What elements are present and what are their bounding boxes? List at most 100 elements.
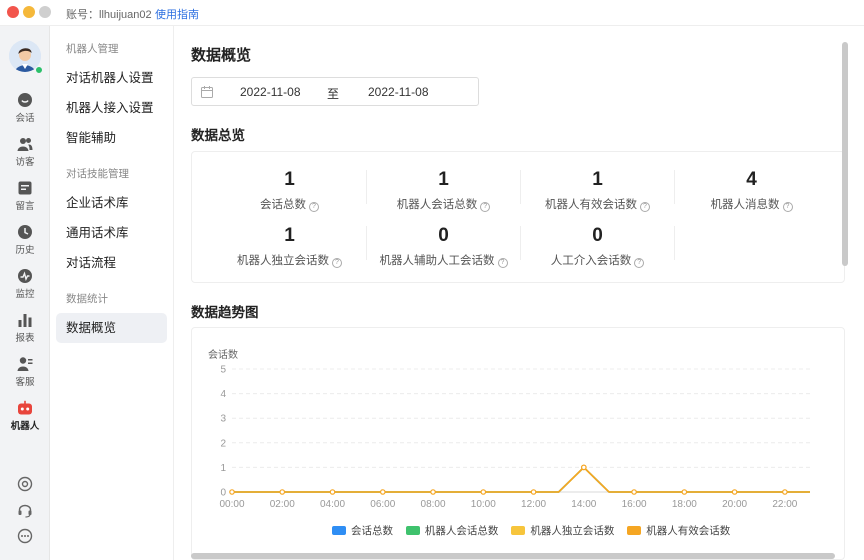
title-bar: 账号：llhuijuan02 使用指南 [0,0,864,26]
monitor-icon [18,269,32,283]
start-date[interactable]: 2022-11-08 [240,85,301,99]
y-tick-label: 4 [220,389,226,400]
account-label: 账号：llhuijuan02 [66,9,152,21]
x-tick-label: 18:00 [672,499,697,510]
data-point [731,489,738,495]
nav-item-enterprise-scripts[interactable]: 企业话术库 [56,188,167,218]
more-icon[interactable] [17,528,33,544]
x-tick-label: 00:00 [219,499,244,510]
rail-item-history[interactable]: 历史 [0,224,50,256]
nav-item-dialog-flow[interactable]: 对话流程 [56,248,167,278]
legend-swatch [405,526,420,535]
user-guide-link[interactable]: 使用指南 [155,6,199,22]
rail-label: 监控 [15,289,35,300]
nav-group-skill-management: 对话技能管理 [66,168,129,180]
trend-chart-panel: 会话数 0 1 2 3 4 5 00:00 02:00 04:00 06:00 08:00 10:00… [191,327,845,560]
stat-label: 机器人独立会话数 [237,255,329,267]
y-tick-label: 1 [220,463,226,474]
rail-label: 历史 [15,245,35,256]
stat-bot-independent-sessions: 1 机器人独立会话数? [212,225,367,269]
series-line [232,466,810,493]
data-point [379,489,386,495]
data-point [581,464,587,471]
stat-human-intervention-sessions: 0 人工介入会话数? [520,225,675,269]
legend-item[interactable]: 机器人有效会话数 [627,523,730,538]
page-title: 数据概览 [191,47,252,64]
legend-swatch [627,526,642,535]
rail-item-chat[interactable]: 会话 [0,92,50,124]
rail-item-visitors[interactable]: 访客 [0,136,50,168]
nav-item-chatbot-settings[interactable]: 对话机器人设置 [56,63,167,93]
help-icon[interactable]: ? [309,202,319,212]
rail-item-report[interactable]: 报表 [0,312,50,344]
x-tick-label: 10:00 [471,499,496,510]
rail-item-agent[interactable]: 客服 [0,356,50,388]
nav-item-common-scripts[interactable]: 通用话术库 [56,218,167,248]
divider [674,226,675,260]
help-icon[interactable]: ? [497,258,508,268]
rail-item-message[interactable]: 留言 [0,180,50,212]
stat-bot-sessions: 1 机器人会话总数? [366,169,521,213]
x-tick-label: 04:00 [320,499,345,510]
stat-value: 0 [438,225,449,246]
legend-swatch [511,526,526,535]
rail-item-monitor[interactable]: 监控 [0,268,50,300]
x-tick-label: 14:00 [571,499,596,510]
help-icon[interactable]: ? [480,202,491,212]
data-point [530,489,537,495]
agent-icon [17,357,33,371]
stat-value: 1 [592,169,603,190]
rail-label: 客服 [15,377,35,388]
data-point [279,489,286,495]
nav-item-data-overview[interactable]: 数据概览 [56,313,167,343]
help-icon[interactable]: ? [640,202,650,212]
legend-item[interactable]: 机器人会话总数 [405,523,498,538]
stat-value: 1 [284,225,295,246]
settings-icon[interactable] [17,476,33,492]
stat-total-sessions: 1 会话总数? [212,169,367,213]
calendar-icon [201,86,213,98]
chart-legend: 会话总数 机器人会话总数 机器人独立会话数 机器人有效会话数 [332,523,740,538]
rail-item-robot[interactable]: 机器人 [0,400,50,432]
legend-label: 会话总数 [351,525,393,537]
data-point [631,489,637,495]
legend-label: 机器人有效会话数 [646,525,731,537]
date-range-picker[interactable]: 2022-11-08 至 2022-11-08 [191,77,479,106]
x-tick-label: 20:00 [722,499,747,510]
stat-bot-messages: 4 机器人消息数? [674,169,829,213]
trend-chart: 0 1 2 3 4 5 00:00 02:00 04:00 06:00 08:00 10:00 12:0… [219,365,810,510]
headset-icon[interactable] [17,502,33,518]
y-tick-label: 2 [220,438,226,449]
nav-group-robot-management: 机器人管理 [66,43,119,55]
horizontal-scrollbar[interactable] [191,553,835,559]
legend-label: 机器人独立会话数 [530,525,615,537]
stat-value: 1 [284,169,295,190]
robot-icon [18,400,32,415]
x-tick-label: 08:00 [421,499,446,510]
maximize-window-button[interactable] [39,6,51,18]
report-icon [18,314,32,327]
y-tick-label: 0 [220,488,226,499]
minimize-window-button[interactable] [23,6,35,18]
help-icon[interactable]: ? [634,258,645,268]
legend-item[interactable]: 会话总数 [332,523,393,538]
stat-label: 人工介入会话数 [550,255,632,267]
nav-item-smart-assist[interactable]: 智能辅助 [56,123,167,153]
help-icon[interactable]: ? [332,258,342,268]
nav-item-bot-access-settings[interactable]: 机器人接入设置 [56,93,167,123]
date-separator: 至 [327,87,340,101]
vertical-scrollbar[interactable] [842,42,848,266]
x-tick-label: 16:00 [622,499,647,510]
y-tick-label: 3 [220,414,226,425]
legend-item[interactable]: 机器人独立会话数 [511,523,614,538]
nav-group-statistics: 数据统计 [66,293,108,305]
end-date[interactable]: 2022-11-08 [368,85,429,99]
x-tick-label: 12:00 [521,499,546,510]
chat-icon [18,93,32,107]
close-window-button[interactable] [7,6,19,18]
data-point [430,489,436,495]
rail-label: 留言 [15,201,35,212]
help-icon[interactable]: ? [782,202,793,212]
series-line [232,466,810,493]
x-tick-label: 22:00 [772,499,797,510]
